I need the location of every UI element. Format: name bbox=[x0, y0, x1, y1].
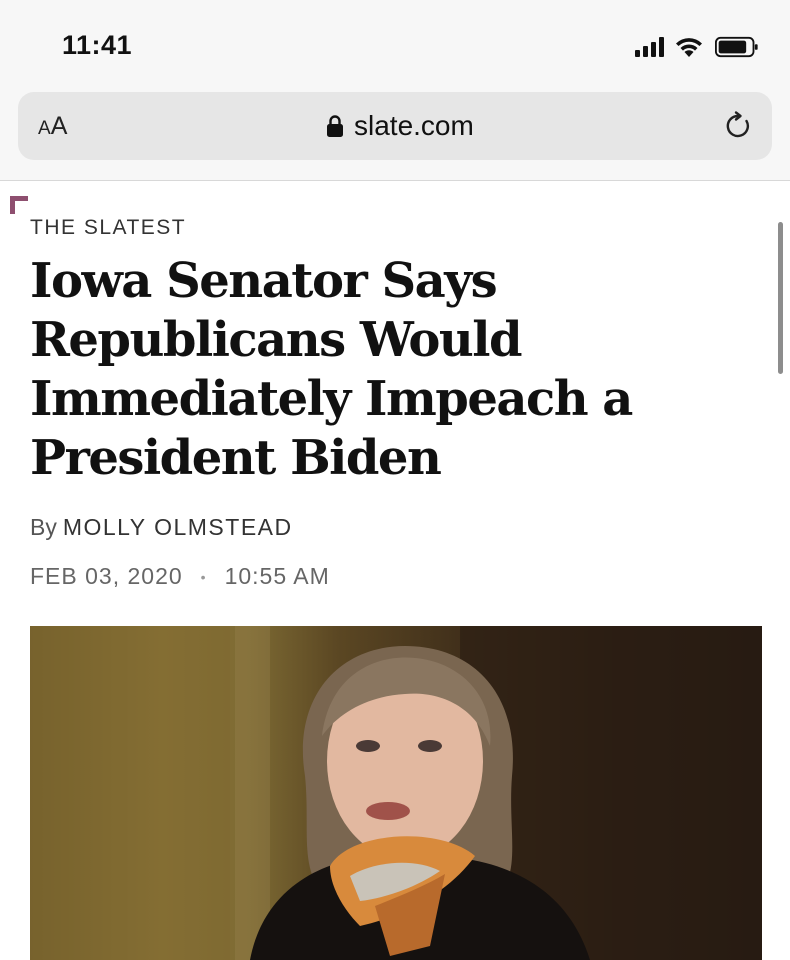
dateline: FEB 03, 2020 • 10:55 AM bbox=[30, 563, 330, 590]
wifi-icon bbox=[676, 38, 702, 57]
aa-small-letter: A bbox=[38, 118, 51, 139]
url-text: slate.com bbox=[354, 110, 474, 141]
aa-large-letter: A bbox=[50, 112, 68, 140]
publish-time: 10:55 AM bbox=[224, 563, 330, 589]
byline: By MOLLY OLMSTEAD bbox=[30, 514, 293, 541]
article-photo bbox=[30, 626, 762, 960]
section-corner-mark bbox=[10, 196, 28, 214]
article-headline: Iowa Senator Says Republicans Would Imme… bbox=[30, 253, 633, 486]
scrollbar[interactable] bbox=[778, 222, 783, 374]
address-bar[interactable]: AA slate.com bbox=[18, 92, 772, 160]
photo-illustration bbox=[30, 626, 762, 960]
publish-date: FEB 03, 2020 bbox=[30, 563, 183, 589]
browser-toolbar: AA slate.com bbox=[0, 80, 790, 181]
status-bar: 11:41 bbox=[0, 0, 790, 90]
byline-prefix: By bbox=[30, 514, 57, 540]
status-time: 11:41 bbox=[62, 30, 133, 60]
reader-text-size-button[interactable]: AA bbox=[38, 112, 67, 141]
status-icons bbox=[635, 34, 760, 60]
author-link[interactable]: MOLLY OLMSTEAD bbox=[63, 514, 293, 541]
reload-icon[interactable] bbox=[722, 110, 754, 142]
section-kicker-link[interactable]: THE SLATEST bbox=[30, 216, 186, 240]
cellular-signal-icon bbox=[635, 37, 664, 57]
lock-icon bbox=[327, 115, 343, 137]
battery-icon bbox=[715, 36, 758, 58]
date-separator: • bbox=[200, 568, 207, 585]
url-display[interactable]: slate.com bbox=[326, 110, 474, 142]
